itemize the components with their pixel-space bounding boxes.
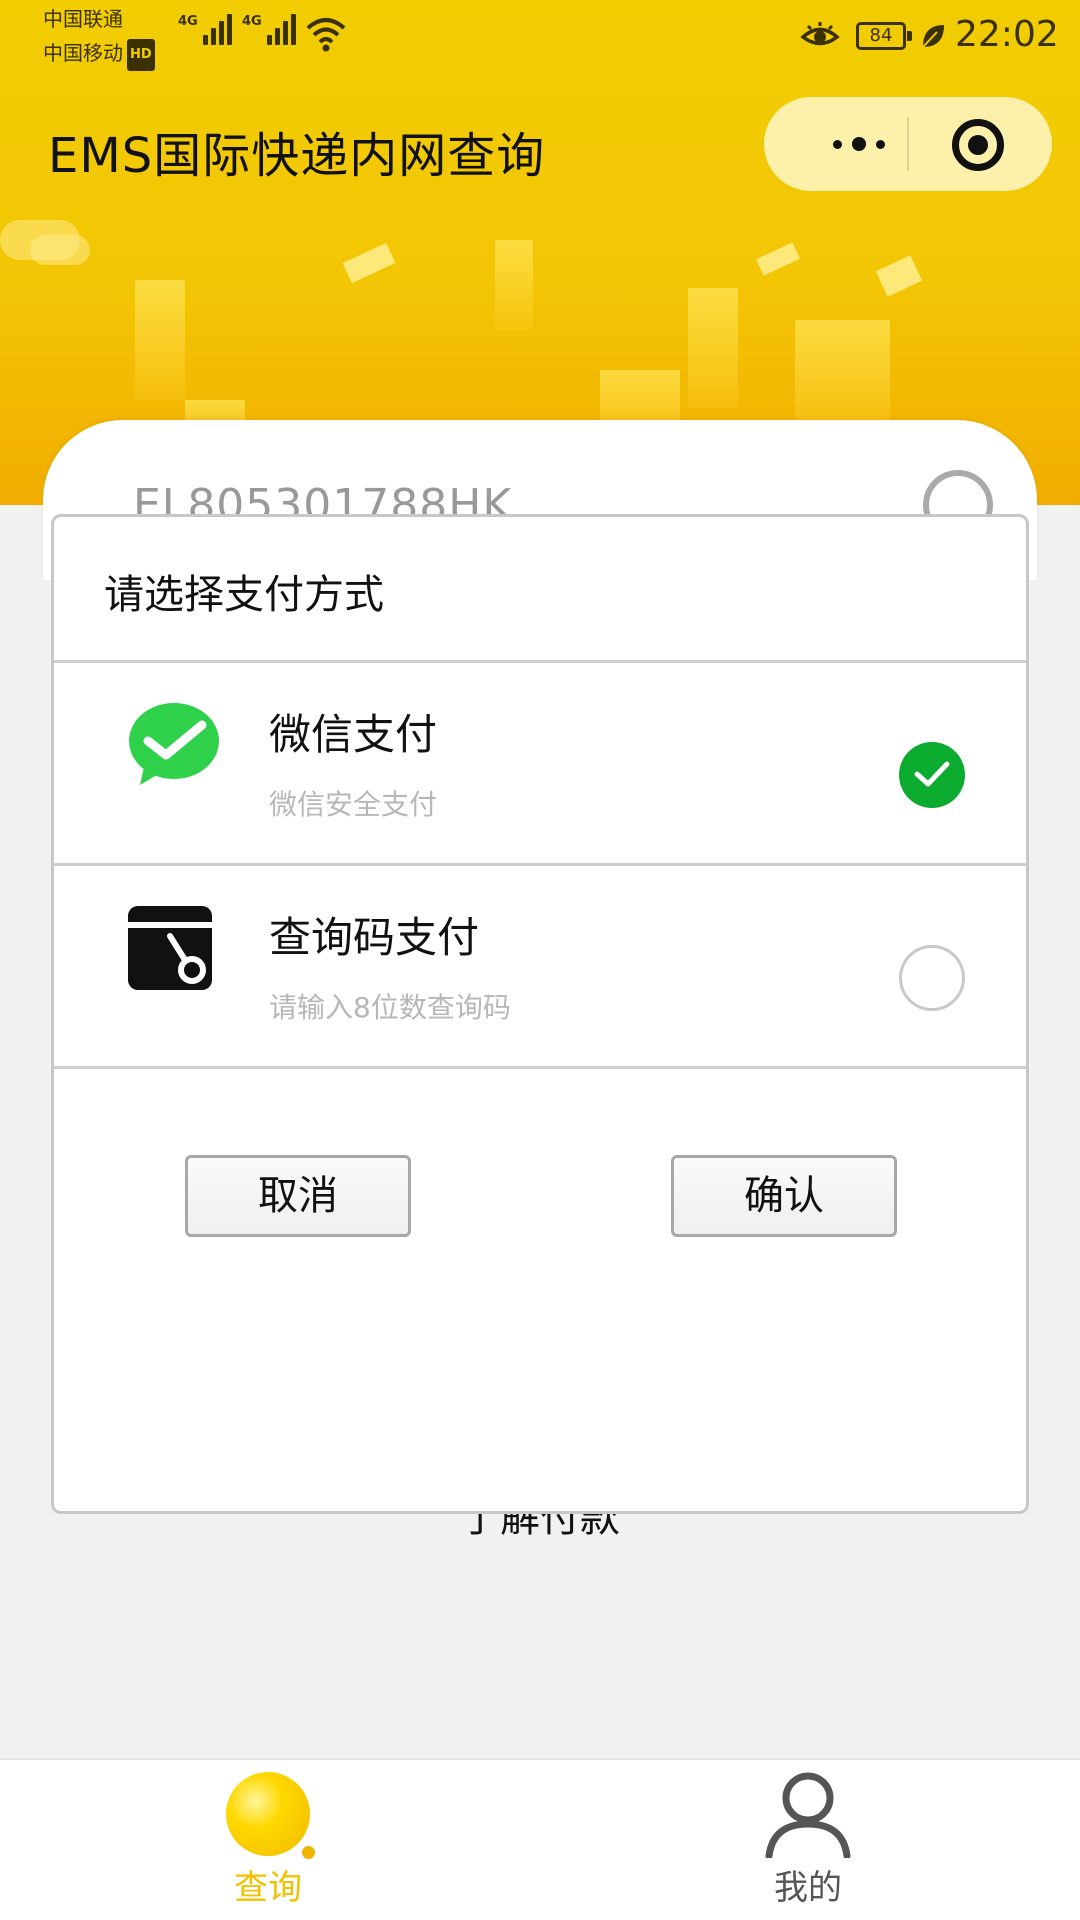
- carrier-label: 中国移动 HD: [43, 38, 155, 71]
- payment-method-dialog: 请选择支付方式 微信支付 微信安全支付 查询码支付 请输入8位数查询码 取消 确…: [51, 514, 1029, 1514]
- check-icon: [914, 761, 950, 787]
- query-ball-icon: [226, 1772, 315, 1859]
- wifi-icon: [306, 18, 346, 52]
- more-dots-icon[interactable]: [804, 97, 914, 191]
- tab-bar: 查询 我的: [0, 1758, 1080, 1920]
- tab-query[interactable]: 查询: [118, 1760, 418, 1920]
- radio-unselected[interactable]: [899, 945, 965, 1011]
- hd-badge: HD: [127, 38, 155, 71]
- wechat-pay-icon: [129, 703, 219, 785]
- option-name: 微信支付: [269, 710, 438, 759]
- paper-decoration: [756, 242, 800, 276]
- page-title: EMS国际快递内网查询: [48, 128, 546, 184]
- cloud-decoration: [30, 235, 90, 265]
- battery-icon: 84: [856, 22, 912, 50]
- building-decoration: [688, 288, 738, 408]
- tab-label: 我的: [774, 1868, 842, 1908]
- carrier-label: 中国联通: [43, 7, 123, 31]
- building-decoration: [495, 240, 533, 330]
- target-icon[interactable]: [952, 119, 1004, 171]
- option-description: 请输入8位数查询码: [269, 991, 511, 1024]
- leaf-icon: [922, 25, 944, 48]
- eye-comfort-icon: [800, 22, 840, 46]
- miniprogram-capsule: [764, 97, 1052, 191]
- radio-selected[interactable]: [899, 742, 965, 808]
- code-wallet-icon: [128, 906, 212, 990]
- user-icon: [765, 1772, 851, 1858]
- status-bar: 中国联通 中国移动 HD 4G 4G 84 22:02: [0, 0, 1080, 78]
- payment-option-wechat[interactable]: 微信支付 微信安全支付: [54, 663, 1026, 863]
- paper-decoration: [875, 255, 923, 297]
- building-decoration: [135, 280, 185, 400]
- divider: [54, 1066, 1026, 1069]
- signal-icon: 4G: [242, 14, 296, 45]
- option-description: 微信安全支付: [269, 788, 438, 821]
- confirm-button[interactable]: 确认: [671, 1155, 897, 1237]
- cancel-button[interactable]: 取消: [185, 1155, 411, 1237]
- capsule-divider: [907, 117, 909, 171]
- dialog-title: 请选择支付方式: [104, 572, 384, 618]
- paper-decoration: [342, 242, 396, 284]
- signal-icon: 4G: [178, 14, 232, 45]
- option-name: 查询码支付: [269, 913, 480, 962]
- clock: 22:02: [955, 14, 1059, 55]
- tab-mine[interactable]: 我的: [658, 1760, 958, 1920]
- tab-label: 查询: [234, 1868, 302, 1908]
- building-decoration: [795, 320, 890, 430]
- payment-option-query-code[interactable]: 查询码支付 请输入8位数查询码: [54, 866, 1026, 1066]
